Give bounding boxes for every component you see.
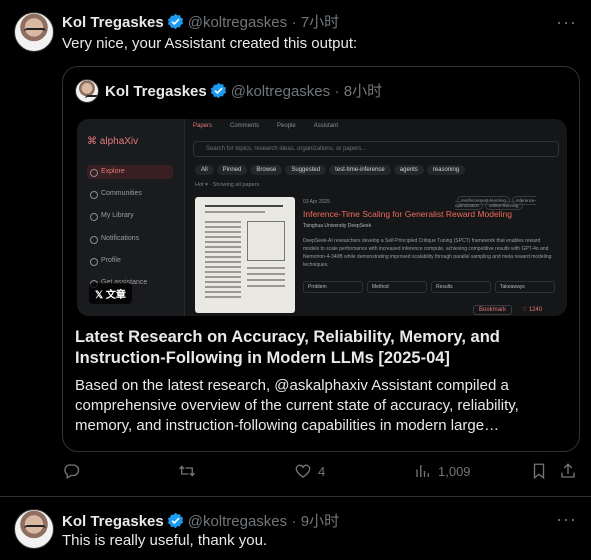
quote-author-handle: @koltregaskes [230, 83, 331, 100]
preview-tabs: Papers Comments People Assistant [193, 123, 339, 129]
avatar[interactable] [14, 12, 54, 52]
author-handle[interactable]: @koltregaskes [188, 513, 287, 530]
avatar[interactable] [14, 509, 54, 549]
views-chart-icon [416, 465, 429, 477]
retweet-icon [179, 465, 195, 477]
bookmark-icon [533, 463, 545, 480]
share-button[interactable] [559, 462, 577, 480]
article-badge: 𝕏 文章 [89, 283, 132, 304]
preview-search: Search for topics, research ideas, organ… [193, 141, 559, 157]
more-options-icon[interactable]: ··· [556, 509, 577, 530]
paper-actions: Bookmark ♡ 1240 [473, 305, 542, 315]
quote-avatar [75, 79, 99, 103]
author-handle[interactable]: @koltregaskes [188, 14, 287, 31]
alphaxiv-logo: ⌘ alphaXiv [87, 136, 139, 147]
tweet-main[interactable]: Kol Tregaskes @koltregaskes · 7小时 ··· Ver… [0, 0, 591, 496]
paper-date: 03 Apr 2025 [303, 199, 330, 205]
author-name[interactable]: Kol Tregaskes [62, 14, 164, 31]
author-name[interactable]: Kol Tregaskes [62, 513, 164, 530]
more-options-icon[interactable]: ··· [556, 12, 577, 33]
verified-badge-icon [210, 82, 226, 99]
sidebar-library: My Library [87, 209, 173, 223]
preview-filter-meta: Hot ▾ · Showing all papers [195, 182, 260, 188]
like-button[interactable]: 4 [294, 462, 325, 480]
sidebar-explore: Explore [87, 165, 173, 179]
preview-chips: All Pinned Browse Suggested test-time-infere… [195, 165, 468, 175]
reply-icon [64, 464, 80, 479]
article-preview-image[interactable]: ⌘ alphaXiv Explore Communities My Librar… [77, 119, 567, 316]
sidebar-notifications: Notifications [87, 232, 173, 246]
tweet-reply[interactable]: Kol Tregaskes @koltregaskes · 9小时 ··· Thi… [0, 497, 591, 560]
article-title[interactable]: Latest Research on Accuracy, Reliability… [75, 327, 569, 369]
views-button[interactable]: 1,009 [414, 462, 471, 480]
paper-filters: Problem Method Results Takeaways [303, 281, 559, 293]
heart-icon [295, 464, 311, 478]
sidebar-profile: Profile [87, 254, 173, 268]
verified-badge-icon [167, 512, 183, 529]
tweet-text: Very nice, your Assistant created this o… [62, 35, 358, 52]
quote-timestamp: · 8小时 [334, 83, 383, 100]
tweet-text: This is really useful, thank you. [62, 532, 268, 549]
reply-button[interactable] [62, 462, 86, 480]
sidebar-communities: Communities [87, 187, 173, 201]
retweet-button[interactable] [178, 462, 202, 480]
tweet-actions: 4 1,009 [62, 462, 580, 484]
paper-thumbnail [195, 197, 295, 313]
bookmark-button[interactable] [530, 462, 548, 480]
article-description: Based on the latest research, @askalphax… [75, 377, 519, 434]
share-icon [561, 463, 575, 478]
quoted-tweet-card[interactable]: Kol Tregaskes @koltregaskes · 8小时 ⌘ alpha… [62, 66, 580, 452]
paper-tags: reinforcement-learning inference-optimiza… [455, 196, 537, 210]
quote-author-name: Kol Tregaskes [105, 83, 207, 100]
paper-organizations: Tsinghua University DeepSeek [303, 223, 372, 229]
timestamp[interactable]: · 7小时 [292, 14, 340, 31]
paper-title: Inference-Time Scaling for Generalist Re… [303, 209, 512, 219]
paper-abstract: DeepSeek-AI researchers develop a Self-P… [303, 238, 552, 268]
verified-badge-icon [167, 13, 183, 30]
timestamp[interactable]: · 9小时 [292, 513, 340, 530]
